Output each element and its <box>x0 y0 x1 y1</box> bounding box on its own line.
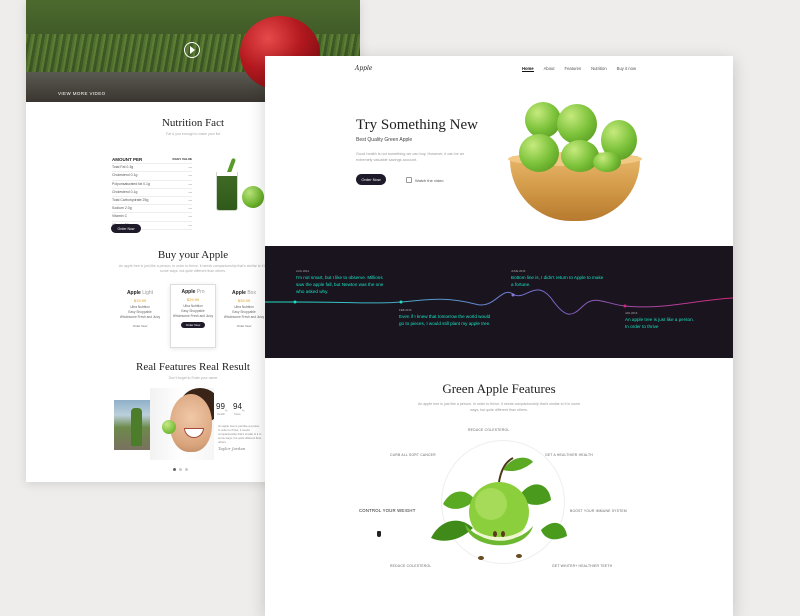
plan-price: $39.99 <box>237 298 251 303</box>
carousel-dots <box>173 468 188 471</box>
green-apple-image <box>242 186 264 208</box>
nutrition-row: Sodium 2.0g — <box>112 205 192 214</box>
timeline-quote: Even if I knew that tomorrow the world w… <box>399 314 491 326</box>
mouse-pointer-icon <box>377 531 381 537</box>
feature-label-bottom-left: REDUCE COLESTEROL <box>390 564 432 568</box>
timeline-quote: Bottom line is, I didn't return to Apple… <box>511 275 604 287</box>
nutrition-row: Total Carbohydrate 25g — <box>112 197 192 206</box>
nav-features[interactable]: Features <box>565 66 582 72</box>
hero-title: Try Something New <box>356 117 478 133</box>
carousel-dot[interactable] <box>179 468 182 471</box>
timeline-dot <box>511 293 515 297</box>
nutrition-row: Cholesterol 0.1g — <box>112 189 192 197</box>
hero-order-button[interactable]: Order Now <box>356 174 386 185</box>
nutrition-row: Vitamin C — <box>112 213 192 222</box>
juice-glass-image <box>216 172 238 211</box>
plan-price: $19.99 <box>133 298 147 303</box>
timeline-dot <box>623 304 627 308</box>
video-icon <box>406 177 412 183</box>
nutrition-order-button[interactable]: Order Now <box>111 224 141 233</box>
buy-subtitle: An apple tree is just like a person. In … <box>118 264 268 273</box>
plan-card-box[interactable]: Apple Box $39.99 Ultra Nutrition Easy Sh… <box>222 286 266 344</box>
main-nav: Home About Features Nutrition Buy it now <box>521 66 636 72</box>
testimonial-signature: Taylor Jordan <box>218 446 246 451</box>
stat-health-label: Health <box>217 412 226 416</box>
carousel-dot[interactable] <box>185 468 188 471</box>
feature-label-top-right: GET A HEALTHIER HEALTH <box>545 453 593 457</box>
plan-card-light[interactable]: Apple Light $19.99 Ultra Nutrition Easy … <box>118 286 162 344</box>
timeline-dot <box>399 300 403 304</box>
hero-description: Good health is not something we can buy.… <box>356 152 464 162</box>
timeline-quote: I'm not smart, but I like to observe. Mi… <box>296 275 384 294</box>
features-description: An apple tree is just like a person. In … <box>417 402 581 412</box>
green-apples-image <box>431 457 567 560</box>
feature-label-right: BOOST YOUR IMMUNE SYSTEM <box>570 509 627 513</box>
nav-about[interactable]: About <box>544 66 555 72</box>
testimonial-quote: An apple tree is just like a person. In … <box>218 424 262 444</box>
nutrition-row: Polyunsaturated fat 0.1g — <box>112 181 192 189</box>
carousel-dot[interactable] <box>173 468 176 471</box>
video-label[interactable]: VIEW MORE VIDEO <box>58 91 106 96</box>
feature-label-top-left: CURB ALL SORT CANCER <box>390 453 436 457</box>
daily-value-label: DAILY VALUE <box>172 157 192 161</box>
plan-order-button[interactable]: Order Now <box>180 322 206 328</box>
feature-label-left: CONTROL YOUR WEIGHT <box>359 508 416 513</box>
nav-nutrition[interactable]: Nutrition <box>591 66 607 72</box>
plan-price: $29.99 <box>186 297 200 302</box>
nutrition-table: AMOUNT PER DAILY VALUE Total Fat 0.3g — C… <box>112 156 192 230</box>
timeline-date: FEB 2016 <box>399 308 412 312</box>
timeline-dot <box>293 300 297 304</box>
woman-eating-apple-photo <box>150 388 214 460</box>
nutrition-row: Total Fat 0.3g — <box>112 164 192 173</box>
feature-label-top: REDUCE COLESTEROL <box>468 428 510 432</box>
timeline-date: JUNE 2016 <box>511 269 526 273</box>
watch-video-link[interactable]: Watch the video <box>406 177 444 183</box>
logo[interactable]: Apple <box>355 65 372 72</box>
feature-label-bottom-right: GET WHITER+ HEALTHIER TEETH <box>552 564 613 568</box>
play-icon[interactable] <box>184 42 200 58</box>
nav-home[interactable]: Home <box>521 66 534 72</box>
plan-order-button[interactable]: Order Now <box>128 323 153 329</box>
nutrition-table-header: AMOUNT PER DAILY VALUE <box>112 156 192 165</box>
front-page: Apple Home About Features Nutrition Buy … <box>265 56 733 616</box>
timeline-quote: An apple tree is just like a person. In … <box>625 317 694 329</box>
quote-timeline: AUG 2014 I'm not smart, but I like to ob… <box>265 246 733 358</box>
nav-buy[interactable]: Buy it now <box>617 66 636 72</box>
timeline-date: AUG 2014 <box>296 269 310 273</box>
timeline-date: JAN 2016 <box>625 311 638 315</box>
stat-taste: 94% <box>233 402 245 413</box>
timeline-wave <box>265 289 733 315</box>
plan-card-pro[interactable]: Apple Pro $29.99 Ultra Nutrition Easy Sh… <box>170 284 216 348</box>
stat-taste-label: Taste <box>234 412 241 416</box>
stat-health: 99% <box>216 402 228 413</box>
features-title: Green Apple Features <box>442 381 556 396</box>
hero-subtitle: Best Quality Green Apple <box>356 137 413 143</box>
plan-order-button[interactable]: Order Now <box>232 323 257 329</box>
amount-per-label: AMOUNT PER <box>112 157 143 162</box>
nutrition-row: Cholesterol 0.1g — <box>112 172 192 181</box>
